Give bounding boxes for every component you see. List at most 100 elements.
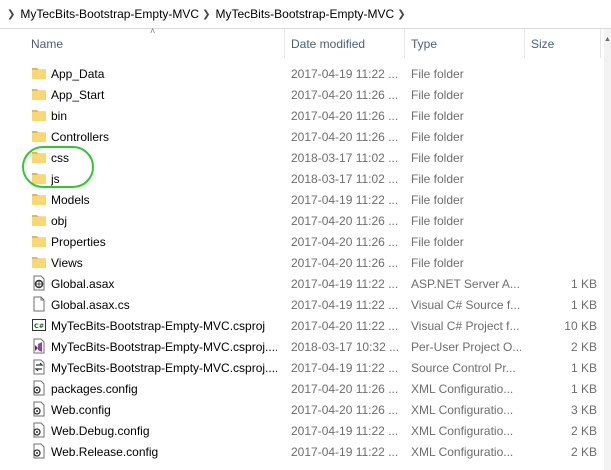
file-size: 2 KB <box>570 340 597 354</box>
chevron-right-icon[interactable]: ❯ <box>202 9 210 20</box>
column-divider[interactable] <box>404 29 405 58</box>
date-modified: 2017-04-19 11:22 ... <box>291 67 399 81</box>
file-type: File folder <box>411 130 464 144</box>
column-header-name[interactable]: Name <box>31 37 63 51</box>
chevron-right-icon[interactable]: ❯ <box>397 9 405 20</box>
config-file-icon <box>33 443 45 459</box>
vs-file-icon <box>33 338 45 354</box>
file-type: File folder <box>411 256 464 270</box>
breadcrumb-item-parent[interactable]: MyTecBits-Bootstrap-Empty-MVC <box>20 7 199 21</box>
chevron-right-icon[interactable]: ❯ <box>7 9 15 20</box>
folder-icon <box>32 236 46 247</box>
file-type: File folder <box>411 109 464 123</box>
file-type: File folder <box>411 193 464 207</box>
date-modified: 2017-04-20 11:26 ... <box>291 109 399 123</box>
breadcrumb-item-current[interactable]: MyTecBits-Bootstrap-Empty-MVC <box>215 7 394 21</box>
file-type: ASP.NET Server A... <box>411 277 520 291</box>
file-name: packages.config <box>51 382 138 396</box>
folder-icon <box>32 152 46 163</box>
folder-row[interactable]: Models 2017-04-19 11:22 ... File folder <box>0 189 604 210</box>
file-row[interactable]: packages.config 2017-04-20 11:26 ... XML C… <box>0 378 604 399</box>
file-name: Views <box>51 256 83 270</box>
file-name: Global.asax.cs <box>51 298 130 312</box>
folder-icon <box>32 110 46 121</box>
date-modified: 2017-04-20 11:26 ... <box>291 214 399 228</box>
sort-ascending-icon: ˄ <box>150 26 156 36</box>
date-modified: 2017-04-19 11:22 ... <box>291 277 399 291</box>
asax-file-icon <box>33 275 45 291</box>
folder-icon <box>32 68 46 79</box>
folder-row[interactable]: js 2018-03-17 11:02 ... File folder <box>0 168 604 189</box>
file-type: Source Control Pr... <box>411 361 516 375</box>
file-row[interactable]: MyTecBits-Bootstrap-Empty-MVC.csproj....… <box>0 336 604 357</box>
file-name: MyTecBits-Bootstrap-Empty-MVC.csproj.... <box>51 340 277 354</box>
file-name: obj <box>51 214 68 228</box>
folder-row[interactable]: App_Start 2017-04-20 11:26 ... File folder <box>0 84 604 105</box>
file-name: Models <box>51 193 90 207</box>
address-bar: ❯ MyTecBits-Bootstrap-Empty-MVC ❯ MyTecB… <box>0 0 611 29</box>
date-modified: 2018-03-17 11:02 ... <box>291 172 399 186</box>
file-name: Web.Debug.config <box>51 424 150 438</box>
folder-icon <box>32 215 46 226</box>
file-type: Visual C# Project f... <box>411 319 520 333</box>
folder-row[interactable]: Views 2017-04-20 11:26 ... File folder <box>0 252 604 273</box>
file-size: 1 KB <box>570 298 597 312</box>
file-icon <box>33 296 45 312</box>
file-row[interactable]: Global.asax.cs 2017-04-19 11:22 ... Visual… <box>0 294 604 315</box>
file-type: XML Configuratio... <box>411 445 514 459</box>
file-type: File folder <box>411 88 464 102</box>
file-name: Global.asax <box>51 277 115 291</box>
date-modified: 2017-04-19 11:22 ... <box>291 424 399 438</box>
file-row[interactable]: Web.Debug.config 2017-04-19 11:22 ... XML … <box>0 420 604 441</box>
folder-row[interactable]: Controllers 2017-04-20 11:26 ... File fold… <box>0 126 604 147</box>
date-modified: 2017-04-20 11:22 ... <box>291 319 399 333</box>
folder-row[interactable]: css 2018-03-17 11:02 ... File folder <box>0 147 604 168</box>
file-name: App_Data <box>51 67 105 81</box>
file-row[interactable]: Global.asax 2017-04-19 11:22 ... ASP.NET S… <box>0 273 604 294</box>
column-header-size[interactable]: Size <box>531 37 554 51</box>
column-header-date[interactable]: Date modified <box>291 37 365 51</box>
date-modified: 2017-04-19 11:22 ... <box>291 361 399 375</box>
folder-row[interactable]: bin 2017-04-20 11:26 ... File folder <box>0 105 604 126</box>
date-modified: 2017-04-20 11:26 ... <box>291 403 399 417</box>
folder-icon <box>32 89 46 100</box>
date-modified: 2017-04-19 11:22 ... <box>291 445 399 459</box>
file-type: File folder <box>411 235 464 249</box>
folder-row[interactable]: obj 2017-04-20 11:26 ... File folder <box>0 210 604 231</box>
column-header: ˄ Name Date modified Type Size <box>0 26 611 59</box>
file-name: MyTecBits-Bootstrap-Empty-MVC.csproj.... <box>51 361 277 375</box>
date-modified: 2017-04-19 11:22 ... <box>291 193 399 207</box>
folder-icon <box>32 131 46 142</box>
file-size: 1 KB <box>570 382 597 396</box>
date-modified: 2017-04-20 11:26 ... <box>291 382 399 396</box>
file-row[interactable]: Web.config 2017-04-20 11:26 ... XML Config… <box>0 399 604 420</box>
column-divider[interactable] <box>600 29 601 58</box>
file-name: Web.config <box>51 403 111 417</box>
date-modified: 2017-04-20 11:26 ... <box>291 235 399 249</box>
file-type: XML Configuratio... <box>411 382 514 396</box>
file-name: Controllers <box>51 130 110 144</box>
folder-row[interactable]: Properties 2017-04-20 11:26 ... File folde… <box>0 231 604 252</box>
column-header-type[interactable]: Type <box>411 37 437 51</box>
file-name: Web.Release.config <box>51 445 159 459</box>
date-modified: 2017-04-19 11:22 ... <box>291 298 399 312</box>
column-divider[interactable] <box>524 29 525 58</box>
config-file-icon <box>33 401 45 417</box>
scroll-up-icon[interactable]: ▲ <box>604 36 611 43</box>
file-type: File folder <box>411 172 464 186</box>
file-row[interactable]: MyTecBits-Bootstrap-Empty-MVC.csproj....… <box>0 357 604 378</box>
file-size: 10 KB <box>564 319 597 333</box>
folder-icon <box>32 173 46 184</box>
file-type: File folder <box>411 67 464 81</box>
csproj-file-icon <box>32 319 46 331</box>
file-row[interactable]: MyTecBits-Bootstrap-Empty-MVC.csproj 2017… <box>0 315 604 336</box>
date-modified: 2017-04-20 11:26 ... <box>291 88 399 102</box>
file-size: 3 KB <box>570 403 597 417</box>
file-row[interactable]: Web.Release.config 2017-04-19 11:22 ... XM… <box>0 441 604 462</box>
file-name: css <box>51 151 69 165</box>
file-type: File folder <box>411 214 464 228</box>
folder-row[interactable]: App_Data 2017-04-19 11:22 ... File folder <box>0 63 604 84</box>
column-divider[interactable] <box>284 29 285 58</box>
vertical-scrollbar[interactable] <box>604 29 611 470</box>
file-size: 1 KB <box>570 361 597 375</box>
